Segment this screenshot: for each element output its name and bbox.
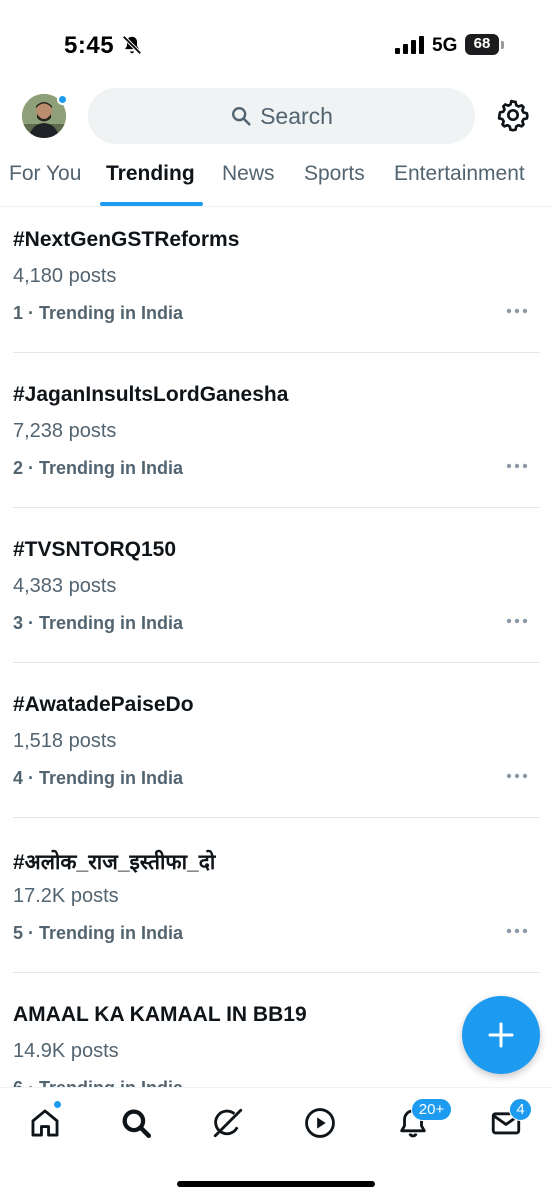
- trend-item[interactable]: #TVSNTORQ150 4,383 posts 3 · Trending in…: [0, 517, 552, 672]
- tab-trending[interactable]: Trending: [106, 162, 195, 186]
- trend-item[interactable]: #अलोक_राज_इस्तीफा_दो 17.2K posts 5 · Tre…: [0, 827, 552, 982]
- cellular-signal-icon: [395, 36, 424, 54]
- divider: [13, 817, 540, 818]
- trend-title: #अलोक_राज_इस्तीफा_दो: [13, 851, 216, 874]
- trend-meta: 3 · Trending in India: [13, 613, 184, 633]
- trend-post-count: 4,383 posts: [13, 575, 117, 597]
- tab-news[interactable]: News: [222, 162, 275, 186]
- divider: [13, 507, 540, 508]
- grok-icon: [213, 1108, 243, 1138]
- trend-post-count: 14.9K posts: [13, 1040, 119, 1062]
- trend-title: #JaganInsultsLordGanesha: [13, 383, 289, 406]
- search-placeholder: Search: [260, 102, 333, 129]
- divider: [13, 352, 540, 353]
- trend-item[interactable]: #NextGenGSTReforms 4,180 posts 1 · Trend…: [0, 207, 552, 362]
- trend-meta: 5 · Trending in India: [13, 923, 184, 943]
- more-icon[interactable]: [506, 617, 528, 625]
- trend-meta: 2 · Trending in India: [13, 458, 184, 478]
- status-time: 5:45: [64, 32, 115, 59]
- home-icon: [31, 1109, 59, 1137]
- divider: [13, 662, 540, 663]
- trend-item[interactable]: #JaganInsultsLordGanesha 7,238 posts 2 ·…: [0, 362, 552, 517]
- avatar-notification-dot: [57, 94, 68, 105]
- more-icon[interactable]: [506, 772, 528, 780]
- nav-home[interactable]: [28, 1106, 62, 1140]
- trend-title: #TVSNTORQ150: [13, 538, 177, 561]
- nav-search[interactable]: [119, 1106, 153, 1140]
- tab-entertainment[interactable]: Entertainment: [394, 162, 525, 186]
- plus-icon: [488, 1022, 514, 1048]
- status-bar: 5:45 5G 68: [0, 0, 552, 80]
- battery-level: 68: [473, 35, 491, 52]
- messages-badge: 4: [509, 1098, 532, 1121]
- nav-grok[interactable]: [211, 1106, 245, 1140]
- network-type: 5G: [432, 35, 458, 56]
- trend-meta: 4 · Trending in India: [13, 768, 184, 788]
- tab-sports[interactable]: Sports: [304, 162, 365, 186]
- trend-title: #AwatadePaiseDo: [13, 693, 194, 716]
- trend-title: AMAAL KA KAMAAL IN BB19: [13, 1003, 307, 1026]
- tab-for-you[interactable]: For You: [9, 162, 81, 186]
- more-icon[interactable]: [506, 927, 528, 935]
- battery-icon: 68: [465, 34, 504, 56]
- home-indicator[interactable]: [177, 1181, 375, 1187]
- tab-bar: For You Trending News Sports Entertainme…: [0, 150, 552, 207]
- notifications-badge: 20+: [411, 1098, 452, 1121]
- divider: [13, 972, 540, 973]
- compose-button[interactable]: [462, 996, 540, 1074]
- more-icon[interactable]: [506, 307, 528, 315]
- trend-item[interactable]: #AwatadePaiseDo 1,518 posts 4 · Trending…: [0, 672, 552, 827]
- trend-title: #NextGenGSTReforms: [13, 228, 240, 251]
- search-input[interactable]: Search: [88, 88, 475, 144]
- trend-post-count: 1,518 posts: [13, 730, 117, 752]
- more-icon[interactable]: [506, 462, 528, 470]
- active-tab-indicator: [100, 202, 203, 206]
- search-icon: [232, 107, 251, 126]
- trend-post-count: 4,180 posts: [13, 265, 117, 287]
- video-icon: [305, 1108, 335, 1138]
- trend-meta: 1 · Trending in India: [13, 303, 184, 323]
- bell-slash-icon: [122, 35, 142, 55]
- search-icon: [122, 1109, 152, 1139]
- home-notification-dot: [53, 1100, 62, 1109]
- trend-post-count: 17.2K posts: [13, 885, 119, 907]
- nav-video[interactable]: [303, 1106, 337, 1140]
- trend-post-count: 7,238 posts: [13, 420, 117, 442]
- gear-icon[interactable]: [496, 98, 530, 132]
